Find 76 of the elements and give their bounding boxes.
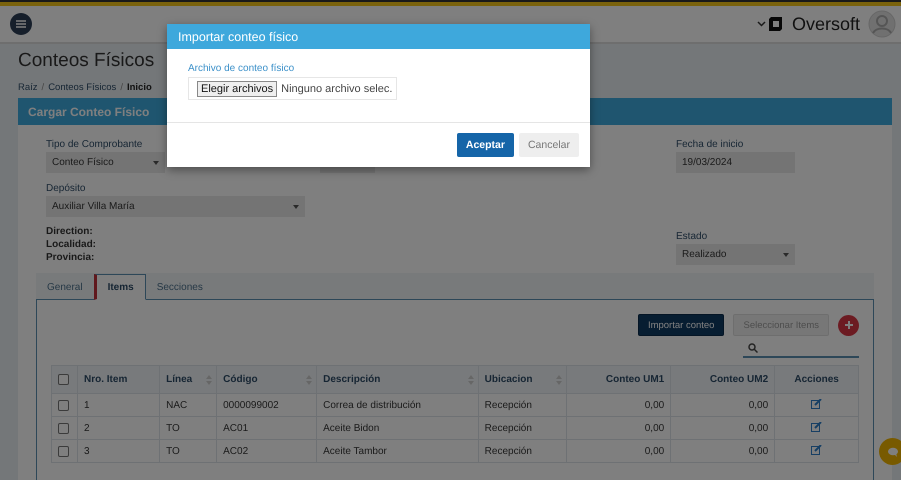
info-label: Localidad: <box>46 238 98 251</box>
cancel-button[interactable]: Cancelar <box>518 133 579 157</box>
field-label: Fecha de inicio <box>676 139 744 150</box>
field-label: Tipo de Comprobante <box>46 139 144 150</box>
info-label: Provincia: <box>46 251 96 264</box>
table-cell: Recepción <box>478 440 567 462</box>
column-header[interactable]: Línea <box>160 366 217 394</box>
import-button[interactable]: Importar conteo <box>638 314 724 336</box>
table-cell: 0,00 <box>670 440 775 462</box>
chevron-down-icon[interactable] <box>756 21 766 27</box>
table-cell: 2 <box>78 416 160 440</box>
table-cell: 0,00 <box>670 416 775 440</box>
table-cell: 3 <box>78 440 160 462</box>
file-status: Ninguno archivo selec. <box>281 82 392 94</box>
file-input[interactable]: Elegir archivos Ninguno archivo selec. <box>188 77 397 100</box>
date-field[interactable]: 19/03/2024 <box>676 152 795 173</box>
table-cell: 0,00 <box>566 416 671 440</box>
search-icon <box>748 342 758 352</box>
brand-name: Oversoft <box>792 14 860 34</box>
table-cell: Recepción <box>478 394 567 416</box>
breadcrumb-link[interactable]: Raíz <box>18 82 38 93</box>
warehouse-select[interactable]: Auxiliar Villa María <box>46 196 305 217</box>
table-cell: Recepción <box>478 416 567 440</box>
checkbox[interactable] <box>58 400 69 410</box>
menu-button[interactable] <box>10 13 32 35</box>
breadcrumb-separator: / <box>42 82 44 93</box>
table-cell: TO <box>160 440 217 462</box>
table-cell: 0,00 <box>670 394 775 416</box>
column-header[interactable]: Descripción <box>316 366 478 394</box>
checkbox[interactable] <box>58 374 69 385</box>
column-header: Conteo UM2 <box>670 366 775 394</box>
tab[interactable]: Secciones <box>146 274 214 300</box>
accept-button[interactable]: Aceptar <box>456 133 514 157</box>
table-cell: Aceite Tambor <box>316 440 478 462</box>
caret-icon <box>293 204 299 208</box>
choose-file-button[interactable]: Elegir archivos <box>197 80 278 96</box>
table-cell: 1 <box>78 394 160 416</box>
column-header: Nro. Item <box>78 366 160 394</box>
caret-icon <box>783 252 789 256</box>
table-cell: TO <box>160 416 217 440</box>
tab[interactable]: General <box>36 274 94 300</box>
table-cell: NAC <box>160 394 217 416</box>
edit-icon[interactable] <box>811 444 822 454</box>
table-cell: AC01 <box>216 416 317 440</box>
edit-icon[interactable] <box>811 422 822 432</box>
status-select[interactable]: Realizado <box>676 244 795 265</box>
menu-icon <box>16 20 26 28</box>
table-cell: 0,00 <box>566 440 671 462</box>
table-cell: Correa de distribución <box>316 394 478 416</box>
checkbox[interactable] <box>58 446 69 456</box>
edit-icon[interactable] <box>811 398 822 408</box>
breadcrumb-separator: / <box>120 82 123 93</box>
add-button[interactable] <box>838 314 859 336</box>
caret-icon <box>153 160 159 164</box>
dialog-title: Importar conteo físico <box>178 30 298 44</box>
field-label: Archivo de conteo físico <box>188 63 294 74</box>
breadcrumb-link[interactable]: Conteos Físicos <box>48 82 116 93</box>
table-cell: 0,00 <box>566 394 671 416</box>
plus-icon <box>844 321 852 329</box>
page-title: Conteos Físicos <box>18 50 154 72</box>
avatar-icon[interactable] <box>868 10 896 38</box>
column-header[interactable]: Código <box>216 366 317 394</box>
tab[interactable]: Items <box>94 274 146 300</box>
table-cell: Aceite Bidon <box>316 416 478 440</box>
type-select[interactable]: Conteo Físico <box>46 152 165 173</box>
info-label: Direction: <box>46 225 94 238</box>
field-label: Estado <box>676 231 708 242</box>
checkbox[interactable] <box>58 422 69 434</box>
column-header: Acciones <box>774 366 858 394</box>
field-label: Depósito <box>46 183 86 194</box>
table-cell: AC02 <box>216 440 317 462</box>
column-header[interactable]: Ubicacion <box>478 366 567 394</box>
chat-bubble-icon <box>886 446 898 456</box>
logo-icon <box>768 16 784 32</box>
table-cell: 0000099002 <box>216 394 317 416</box>
column-header: Conteo UM1 <box>566 366 671 394</box>
